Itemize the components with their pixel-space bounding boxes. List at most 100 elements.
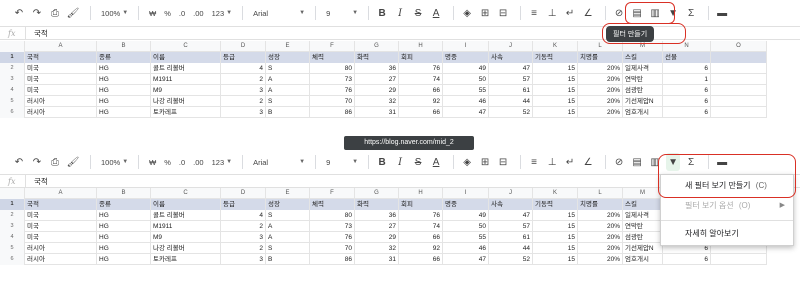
table-cell[interactable]: 3 [221,85,266,96]
input-tools-icon[interactable]: ▬ [715,4,729,22]
header-cell[interactable]: 기동력 [533,199,578,210]
header-cell[interactable]: 종류 [97,52,151,63]
table-cell[interactable]: 47 [489,63,533,74]
table-cell[interactable]: 3 [221,232,266,243]
table-cell[interactable]: 15 [533,74,578,85]
table-cell[interactable]: A [266,221,310,232]
table-cell[interactable]: 50 [443,74,489,85]
currency-button[interactable]: ₩ [145,4,160,22]
row-number[interactable]: 6 [0,254,25,265]
table-cell[interactable]: A [266,85,310,96]
column-header[interactable]: B [97,41,151,52]
table-cell[interactable]: 나강 리볼버 [151,243,221,254]
table-cell[interactable]: 32 [355,243,399,254]
italic-button[interactable]: I [393,4,407,22]
table-cell[interactable]: S [266,63,310,74]
table-cell[interactable]: 러시아 [25,243,97,254]
column-header[interactable]: H [399,41,443,52]
table-cell[interactable]: HG [97,74,151,85]
column-header[interactable]: I [443,41,489,52]
header-cell[interactable]: 국적 [25,52,97,63]
strikethrough-button[interactable]: S [411,4,425,22]
functions-button[interactable]: Σ [684,4,698,22]
column-header[interactable]: F [310,188,355,199]
header-cell[interactable]: 치명률 [578,52,623,63]
column-header[interactable]: I [443,188,489,199]
table-cell[interactable]: 57 [489,221,533,232]
table-cell[interactable]: 일제사격 [623,63,663,74]
table-cell[interactable]: HG [97,210,151,221]
row-number[interactable]: 4 [0,232,25,243]
table-cell[interactable]: 러시아 [25,96,97,107]
column-header[interactable]: C [151,188,221,199]
table-cell[interactable]: HG [97,221,151,232]
header-cell[interactable]: 등급 [221,199,266,210]
table-cell[interactable]: 15 [533,210,578,221]
text-color-button[interactable]: A [429,153,443,171]
table-cell[interactable]: 15 [533,243,578,254]
table-cell[interactable]: A [266,74,310,85]
column-header[interactable]: A [25,188,97,199]
table-cell[interactable]: M1911 [151,74,221,85]
table-cell[interactable]: B [266,107,310,118]
table-cell[interactable] [711,74,767,85]
undo-icon[interactable]: ↶ [12,4,26,22]
row-number[interactable]: 5 [0,96,25,107]
redo-icon[interactable]: ↷ [30,153,44,171]
table-cell[interactable]: 44 [489,243,533,254]
paint-format-icon[interactable]: 🖌 [66,4,80,22]
table-cell[interactable] [711,63,767,74]
table-cell[interactable]: 미국 [25,74,97,85]
comment-icon[interactable]: ▤ [630,153,644,171]
table-cell[interactable]: M9 [151,232,221,243]
table-cell[interactable]: 기선제압N [623,243,663,254]
table-cell[interactable]: 20% [578,210,623,221]
table-cell[interactable]: 6 [663,254,711,265]
table-cell[interactable]: 29 [355,232,399,243]
table-cell[interactable]: 토카레프 [151,107,221,118]
table-cell[interactable]: 55 [443,232,489,243]
table-cell[interactable]: 55 [443,85,489,96]
table-cell[interactable]: A [266,232,310,243]
strikethrough-button[interactable]: S [411,153,425,171]
table-cell[interactable]: S [266,96,310,107]
table-cell[interactable]: 20% [578,254,623,265]
row-number[interactable]: 1 [0,199,25,210]
table-cell[interactable]: 미국 [25,63,97,74]
table-cell[interactable]: 2 [221,243,266,254]
table-cell[interactable]: 15 [533,107,578,118]
table-cell[interactable]: 76 [399,210,443,221]
text-wrap-icon[interactable]: ↵ [563,153,577,171]
table-cell[interactable]: 미국 [25,221,97,232]
table-cell[interactable]: 2 [221,221,266,232]
table-cell[interactable]: 76 [310,85,355,96]
undo-icon[interactable]: ↶ [12,153,26,171]
table-cell[interactable]: 20% [578,221,623,232]
row-number[interactable]: 2 [0,63,25,74]
table-cell[interactable]: 섬광탄 [623,232,663,243]
header-cell[interactable]: 명중 [443,52,489,63]
fill-color-icon[interactable]: ◈ [460,153,474,171]
table-cell[interactable]: 20% [578,243,623,254]
text-rotate-icon[interactable]: ∠ [581,153,595,171]
table-cell[interactable]: 31 [355,254,399,265]
table-cell[interactable]: 29 [355,85,399,96]
table-cell[interactable]: 66 [399,107,443,118]
borders-icon[interactable]: ⊞ [478,4,492,22]
table-cell[interactable]: 76 [399,63,443,74]
increase-decimal-button[interactable]: .00 [189,4,207,22]
table-cell[interactable]: 연막탄 [623,221,663,232]
table-cell[interactable]: M1911 [151,221,221,232]
table-cell[interactable]: HG [97,107,151,118]
header-cell[interactable] [711,52,767,63]
column-header[interactable]: J [489,188,533,199]
table-cell[interactable]: HG [97,63,151,74]
bold-button[interactable]: B [375,153,389,171]
column-header[interactable]: D [221,41,266,52]
table-cell[interactable]: HG [97,96,151,107]
row-number[interactable]: 2 [0,210,25,221]
table-cell[interactable] [711,96,767,107]
table-cell[interactable]: 80 [310,63,355,74]
table-cell[interactable]: 연막탄 [623,74,663,85]
table-cell[interactable]: 러시아 [25,254,97,265]
